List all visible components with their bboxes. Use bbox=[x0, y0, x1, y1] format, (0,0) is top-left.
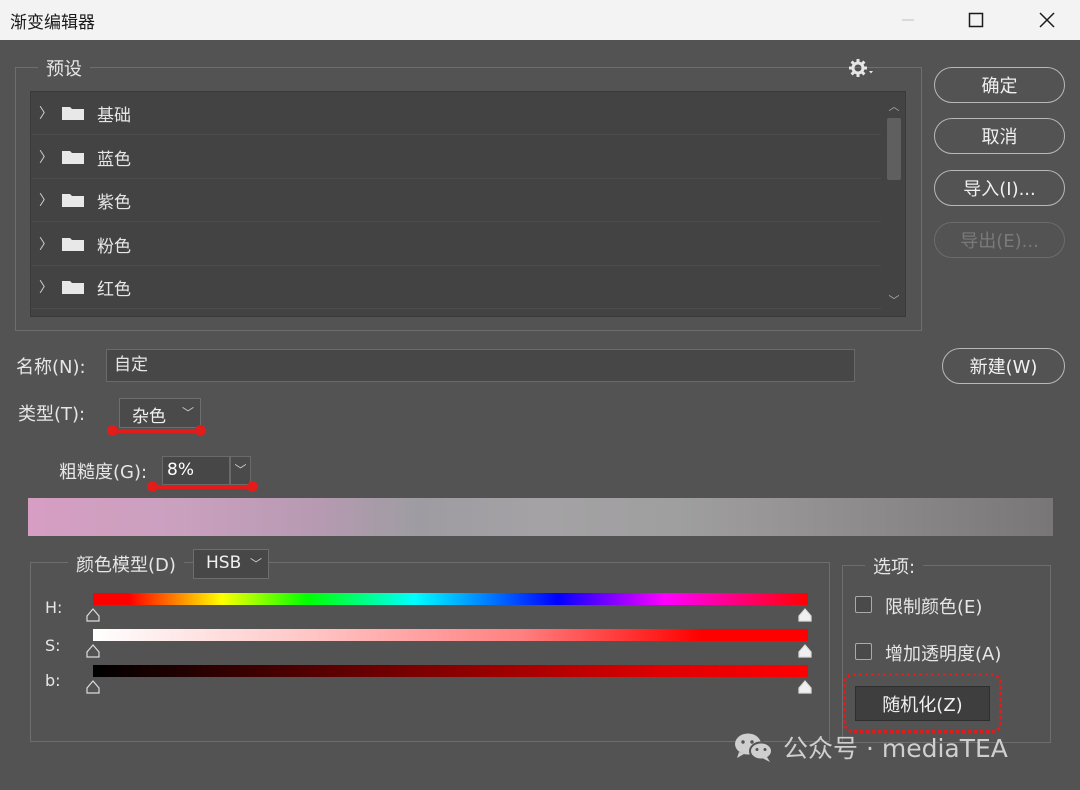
saturation-slider[interactable] bbox=[93, 629, 808, 641]
preset-folder-label: 基础 bbox=[97, 105, 131, 126]
preset-folder-label: 蓝色 bbox=[97, 149, 131, 170]
type-select[interactable]: 杂色 ﹀ bbox=[119, 398, 201, 428]
close-button[interactable] bbox=[1017, 0, 1077, 40]
folder-icon bbox=[62, 194, 84, 207]
preset-folder-label: 紫色 bbox=[97, 192, 131, 213]
slider-stop-max-s[interactable] bbox=[798, 644, 812, 658]
folder-icon bbox=[62, 107, 84, 120]
restrict-colors-checkbox[interactable] bbox=[855, 596, 872, 613]
presets-group-label: 预设 bbox=[38, 55, 90, 81]
randomize-button[interactable]: 随机化(Z) bbox=[855, 686, 990, 721]
export-button[interactable]: 导出(E)... bbox=[934, 222, 1065, 258]
chevron-down-icon: ﹀ bbox=[249, 557, 262, 571]
slider-stop-min-b[interactable] bbox=[86, 680, 100, 694]
slider-stop-max-b[interactable] bbox=[798, 680, 812, 694]
window-title: 渐变编辑器 bbox=[10, 13, 95, 33]
import-button[interactable]: 导入(I)... bbox=[934, 170, 1065, 206]
annotation-dot bbox=[107, 425, 118, 436]
preset-folder-row[interactable]: 〉 红色 bbox=[31, 266, 881, 309]
scroll-thumb[interactable] bbox=[887, 118, 901, 180]
preset-folder-label: 红色 bbox=[97, 279, 131, 300]
maximize-icon bbox=[968, 12, 984, 28]
brightness-slider[interactable] bbox=[93, 665, 808, 677]
chevron-right-icon[interactable]: 〉 bbox=[31, 103, 61, 123]
color-model-group bbox=[30, 562, 830, 742]
gradient-preview[interactable] bbox=[28, 498, 1053, 536]
slider-label-s: S: bbox=[45, 636, 61, 655]
type-label: 类型(T): bbox=[18, 404, 86, 425]
annotation-dot bbox=[147, 481, 158, 492]
preset-scrollbar[interactable]: ︿ ﹀ bbox=[881, 92, 905, 316]
roughness-label: 粗糙度(G): bbox=[59, 462, 148, 483]
name-input[interactable]: 自定 bbox=[106, 349, 855, 382]
preset-folder-label: 粉色 bbox=[97, 236, 131, 257]
slider-label-h: H: bbox=[45, 598, 63, 617]
color-model-value: HSB bbox=[206, 553, 242, 573]
chevron-down-icon: ﹀ bbox=[181, 406, 194, 420]
type-select-value: 杂色 bbox=[132, 407, 166, 427]
wechat-icon bbox=[735, 733, 773, 762]
roughness-dropdown[interactable]: ﹀ bbox=[230, 456, 251, 485]
slider-label-b: b: bbox=[45, 671, 61, 690]
scroll-up-icon[interactable]: ︿ bbox=[887, 98, 901, 114]
roughness-input[interactable]: 8% bbox=[162, 456, 230, 485]
hue-slider[interactable] bbox=[93, 593, 808, 605]
close-icon bbox=[1039, 12, 1055, 28]
folder-icon bbox=[62, 151, 84, 164]
slider-stop-max-h[interactable] bbox=[798, 608, 812, 622]
gear-icon bbox=[849, 59, 873, 77]
chevron-right-icon[interactable]: 〉 bbox=[31, 147, 61, 167]
preset-folder-row[interactable]: 〉 紫色 bbox=[31, 179, 881, 222]
folder-icon bbox=[62, 281, 84, 294]
preset-list[interactable]: 〉 基础 〉 蓝色 〉 紫色 〉 粉色 〉 红色 ︿ ﹀ bbox=[30, 91, 906, 317]
cancel-button[interactable]: 取消 bbox=[934, 118, 1065, 154]
minimize-icon bbox=[902, 19, 914, 21]
annotation-underline bbox=[112, 429, 200, 433]
chevron-right-icon[interactable]: 〉 bbox=[31, 277, 61, 297]
add-transparency-checkbox[interactable] bbox=[855, 643, 872, 660]
preset-folder-row[interactable]: 〉 粉色 bbox=[31, 223, 881, 266]
ok-button[interactable]: 确定 bbox=[934, 67, 1065, 103]
watermark-text: 公众号 · mediaTEA bbox=[783, 734, 1008, 763]
watermark: 公众号 · mediaTEA bbox=[733, 730, 1008, 764]
options-group-label: 选项: bbox=[865, 553, 924, 579]
preset-folder-row[interactable]: 〉 基础 bbox=[31, 92, 881, 135]
title-bar: 渐变编辑器 bbox=[0, 0, 1080, 40]
slider-stop-min-s[interactable] bbox=[86, 644, 100, 658]
annotation-underline bbox=[152, 485, 252, 489]
annotation-dot bbox=[247, 481, 258, 492]
chevron-right-icon[interactable]: 〉 bbox=[31, 234, 61, 254]
chevron-down-icon: ﹀ bbox=[234, 463, 247, 477]
add-transparency-label[interactable]: 增加透明度(A) bbox=[885, 640, 1001, 666]
color-model-label: 颜色模型(D) bbox=[68, 551, 184, 577]
minimize-button[interactable] bbox=[878, 0, 938, 40]
slider-stop-min-h[interactable] bbox=[86, 608, 100, 622]
preset-folder-row[interactable]: 〉 蓝色 bbox=[31, 136, 881, 179]
maximize-button[interactable] bbox=[946, 0, 1006, 40]
presets-settings-button[interactable] bbox=[848, 57, 878, 79]
name-label: 名称(N): bbox=[16, 357, 86, 378]
annotation-dot bbox=[195, 425, 206, 436]
chevron-right-icon[interactable]: 〉 bbox=[31, 190, 61, 210]
scroll-down-icon[interactable]: ﹀ bbox=[887, 292, 901, 308]
color-model-select[interactable]: HSB ﹀ bbox=[193, 549, 269, 579]
new-button[interactable]: 新建(W) bbox=[942, 348, 1065, 384]
restrict-colors-label[interactable]: 限制颜色(E) bbox=[885, 593, 982, 619]
folder-icon bbox=[62, 238, 84, 251]
